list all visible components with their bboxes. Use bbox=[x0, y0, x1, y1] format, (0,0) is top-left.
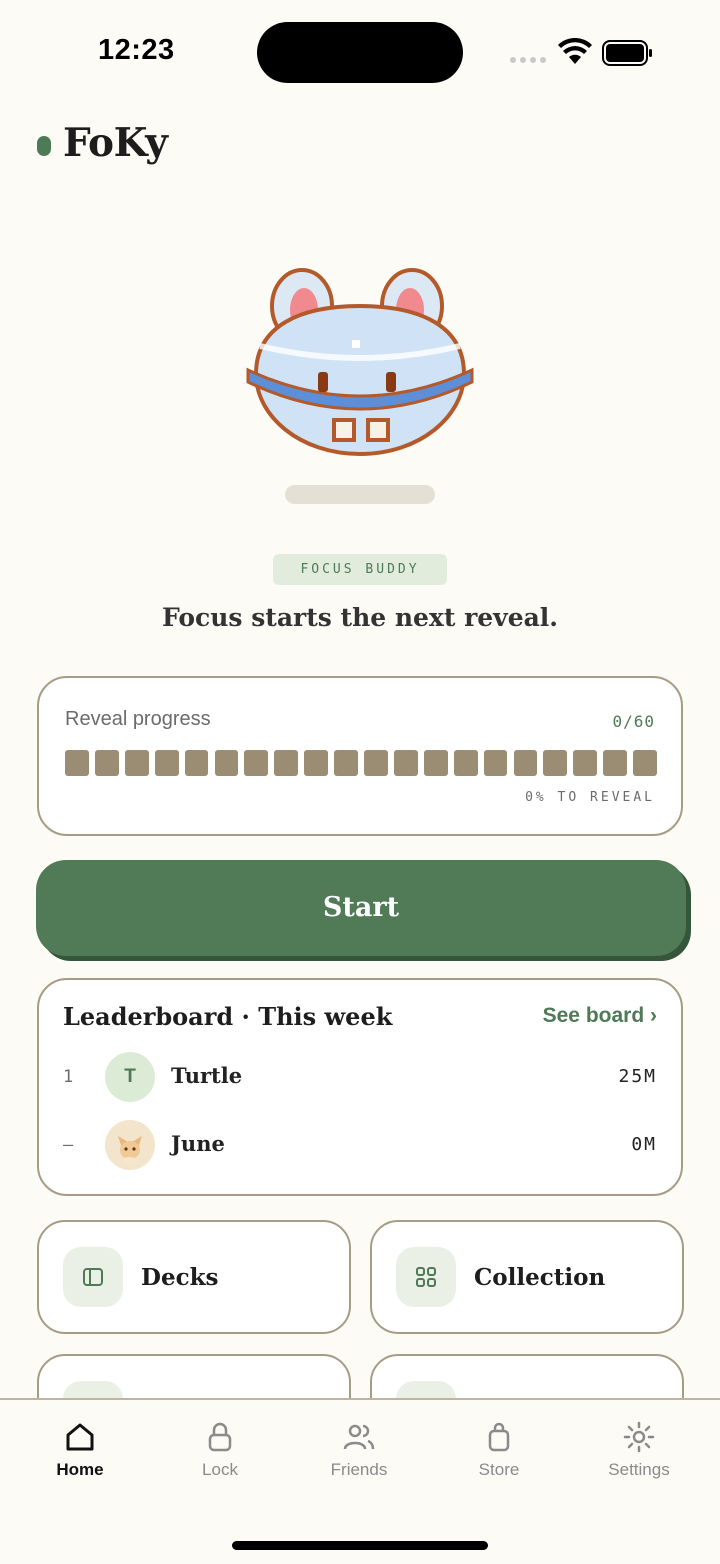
leaderboard-rank: – bbox=[63, 1135, 74, 1155]
leaderboard-title: Leaderboard · This week bbox=[63, 1002, 393, 1031]
progress-segment bbox=[423, 750, 448, 776]
sun-settings-icon bbox=[623, 1421, 655, 1453]
leaderboard-rank: 1 bbox=[63, 1067, 74, 1087]
focus-buddy-illustration bbox=[246, 268, 474, 457]
progress-segment bbox=[184, 750, 209, 776]
leaderboard-name: June bbox=[171, 1131, 225, 1156]
avatar: T bbox=[105, 1052, 155, 1102]
progress-segment bbox=[124, 750, 149, 776]
deck-icon bbox=[63, 1247, 123, 1307]
progress-segment bbox=[65, 750, 89, 776]
decks-tile[interactable]: Decks bbox=[37, 1220, 351, 1334]
see-board-link[interactable]: See board › bbox=[543, 1004, 657, 1028]
home-indicator bbox=[232, 1541, 488, 1550]
status-time: 12:23 bbox=[98, 34, 175, 66]
friends-icon bbox=[343, 1424, 375, 1450]
cellular-signal-icon bbox=[510, 57, 548, 63]
leaderboard-minutes: 25M bbox=[618, 1066, 657, 1087]
progress-segment bbox=[214, 750, 239, 776]
focus-buddy-tag: FOCUS BUDDY bbox=[273, 554, 447, 585]
progress-segment bbox=[393, 750, 418, 776]
leaderboard-name: Turtle bbox=[171, 1063, 243, 1088]
lock-icon bbox=[208, 1422, 232, 1452]
tab-lock[interactable]: Lock bbox=[160, 1420, 280, 1490]
collection-tile[interactable]: Collection bbox=[370, 1220, 684, 1334]
progress-segment bbox=[603, 750, 628, 776]
tab-lock-label: Lock bbox=[202, 1460, 238, 1479]
tab-home[interactable]: Home bbox=[20, 1420, 140, 1490]
wifi-icon bbox=[558, 38, 592, 64]
leaderboard-row[interactable]: – June 0M bbox=[39, 1120, 681, 1170]
progress-segment bbox=[274, 750, 299, 776]
leaderboard-row[interactable]: 1 T Turtle 25M bbox=[39, 1052, 681, 1102]
tab-settings[interactable]: Settings bbox=[579, 1420, 699, 1490]
progress-segment bbox=[154, 750, 179, 776]
progress-segment bbox=[304, 750, 329, 776]
tab-settings-label: Settings bbox=[608, 1460, 670, 1479]
status-bar: 12:23 bbox=[0, 0, 720, 100]
grid-icon bbox=[396, 1247, 456, 1307]
reveal-progress-count: 0/60 bbox=[612, 712, 655, 731]
home-icon bbox=[66, 1423, 94, 1451]
reveal-progress-card: Reveal progress 0/60 0% TO REVEAL bbox=[37, 676, 683, 836]
logo-dot bbox=[37, 136, 51, 156]
progress-segment bbox=[364, 750, 388, 776]
battery-icon bbox=[602, 40, 652, 66]
bag-icon bbox=[488, 1422, 510, 1452]
progress-segment bbox=[543, 750, 568, 776]
progress-segment bbox=[573, 750, 598, 776]
tab-friends[interactable]: Friends bbox=[299, 1420, 419, 1490]
buddy-message: Focus starts the next reveal. bbox=[161, 603, 559, 632]
fox-avatar-icon bbox=[105, 1120, 155, 1170]
progress-segment bbox=[453, 750, 478, 776]
reveal-percent-label: 0% TO REVEAL bbox=[525, 790, 655, 805]
progress-segment bbox=[244, 750, 269, 776]
tab-store-label: Store bbox=[478, 1460, 520, 1479]
leaderboard-minutes: 0M bbox=[631, 1134, 657, 1155]
tab-friends-label: Friends bbox=[330, 1460, 388, 1479]
leaderboard-card: Leaderboard · This week See board › 1 T … bbox=[37, 978, 683, 1196]
progress-segment bbox=[633, 750, 657, 776]
reveal-progress-label: Reveal progress bbox=[65, 708, 211, 730]
progress-segment bbox=[483, 750, 508, 776]
tab-store[interactable]: Store bbox=[439, 1420, 559, 1490]
dynamic-island bbox=[257, 22, 463, 83]
tab-home-label: Home bbox=[56, 1460, 104, 1479]
reveal-progress-bar bbox=[65, 750, 657, 776]
tab-bar: Home Lock Friends Store Settings bbox=[0, 1398, 720, 1564]
start-button[interactable]: Start bbox=[36, 860, 686, 956]
progress-segment bbox=[513, 750, 538, 776]
app-title: FoKy bbox=[63, 120, 168, 166]
progress-segment bbox=[94, 750, 119, 776]
buddy-shadow bbox=[285, 485, 435, 504]
progress-segment bbox=[334, 750, 358, 776]
collection-label: Collection bbox=[474, 1264, 606, 1291]
decks-label: Decks bbox=[141, 1264, 219, 1291]
